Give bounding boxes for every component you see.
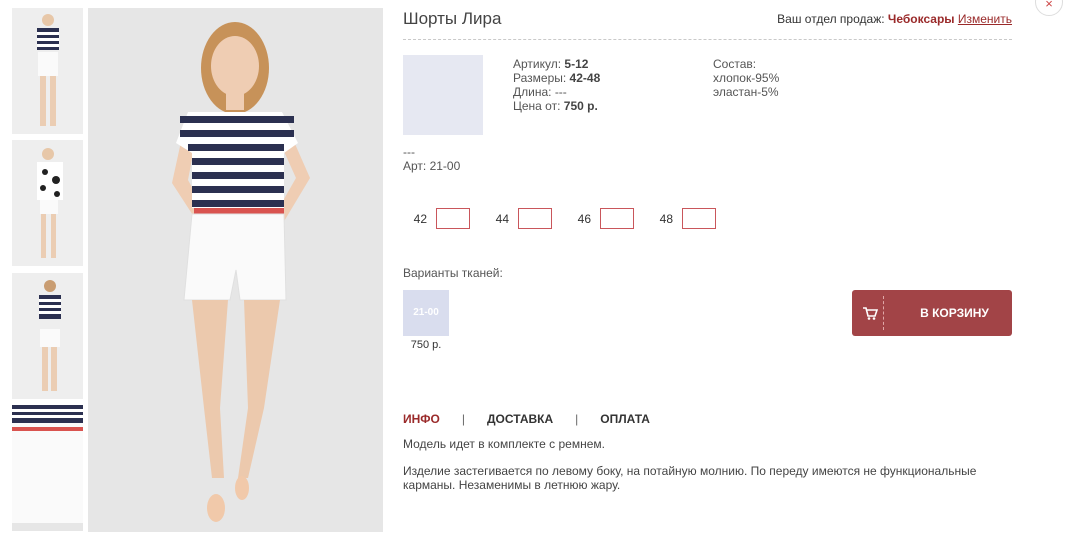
size-label-44: 44 xyxy=(495,211,509,226)
fabric-variants-label: Варианты тканей: xyxy=(403,266,503,280)
tab-separator: | xyxy=(575,412,579,426)
change-dept-link[interactable]: Изменить xyxy=(958,12,1012,26)
thumbnail-4[interactable] xyxy=(12,405,83,531)
price-label: Цена от: xyxy=(513,99,561,113)
thumbnail-3[interactable] xyxy=(12,273,83,399)
sizes-value: 42-48 xyxy=(569,71,601,85)
cart-icon xyxy=(863,307,878,320)
fabric-variant-swatch[interactable]: 21-00 xyxy=(403,290,449,336)
thumbnail-1[interactable] xyxy=(12,8,83,134)
thumbnail-2[interactable] xyxy=(12,140,83,266)
cart-button-separator xyxy=(883,296,884,330)
description-paragraph: Изделие застегивается по левому боку, на… xyxy=(403,464,977,492)
tab-payment[interactable]: ОПЛАТА xyxy=(600,412,650,426)
article-label: Артикул: xyxy=(513,57,562,71)
main-product-photo xyxy=(88,8,383,532)
shorts-closeup-image xyxy=(12,405,83,531)
sales-dept-label: Ваш отдел продаж: xyxy=(777,12,885,26)
art-info: --- Арт: 21-00 xyxy=(403,145,460,173)
sales-dept: Ваш отдел продаж: Чебоксары Изменить xyxy=(777,12,1012,26)
size-input-48[interactable] xyxy=(682,208,716,229)
composition-item: эластан-5% xyxy=(713,85,779,99)
composition-label: Состав: xyxy=(713,57,757,71)
model-polka-top-image xyxy=(12,140,83,266)
size-input-42[interactable] xyxy=(436,208,470,229)
close-icon[interactable]: × xyxy=(1035,0,1063,16)
length-value: --- xyxy=(554,85,567,99)
description-paragraph: Модель идет в комплекте с ремнем. xyxy=(403,437,605,451)
sizes-label: Размеры: xyxy=(513,71,567,85)
model-main-image xyxy=(88,8,383,532)
product-description: Модель идет в комплекте с ремнем. Издели… xyxy=(403,437,1003,505)
art-code: Арт: 21-00 xyxy=(403,159,461,173)
composition: Состав: хлопок-95% эластан-5% xyxy=(713,57,779,99)
size-label-42: 42 xyxy=(413,211,427,226)
price-value: 750 р. xyxy=(563,99,598,113)
model-striped-top-image xyxy=(12,8,83,134)
add-to-cart-button[interactable]: В КОРЗИНУ xyxy=(852,290,1012,336)
size-input-46[interactable] xyxy=(600,208,634,229)
product-specs: Артикул: 5-12 Размеры: 42-48 Длина: --- … xyxy=(513,57,600,113)
size-input-44[interactable] xyxy=(518,208,552,229)
size-quantity-row: 42 44 46 48 xyxy=(403,208,731,229)
header-divider xyxy=(403,39,1012,40)
size-label-48: 48 xyxy=(659,211,673,226)
info-tabs: ИНФО | ДОСТАВКА | ОПЛАТА xyxy=(403,412,650,426)
product-title: Шорты Лира xyxy=(403,9,502,28)
tab-info[interactable]: ИНФО xyxy=(403,412,440,426)
tab-delivery[interactable]: ДОСТАВКА xyxy=(487,412,553,426)
fabric-swatch-preview xyxy=(403,55,483,135)
add-to-cart-label: В КОРЗИНУ xyxy=(920,306,989,320)
sales-dept-city: Чебоксары xyxy=(887,12,955,26)
article-value: 5-12 xyxy=(564,57,589,71)
size-label-46: 46 xyxy=(577,211,591,226)
model-side-view-image xyxy=(12,273,83,399)
fabric-variant-price: 750 р. xyxy=(410,339,442,351)
length-label: Длина: xyxy=(513,85,552,99)
tab-separator: | xyxy=(461,412,465,426)
art-dashes: --- xyxy=(403,145,415,159)
composition-item: хлопок-95% xyxy=(713,71,780,85)
